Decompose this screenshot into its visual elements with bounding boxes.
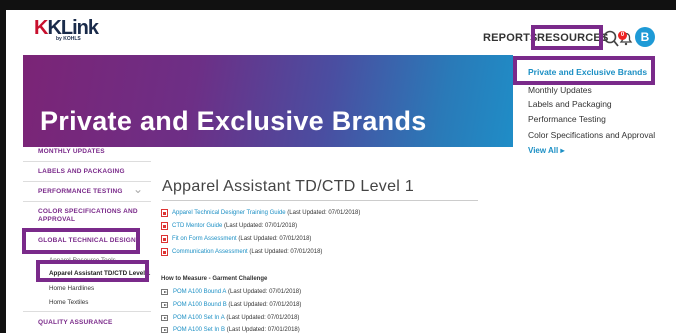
pdf-icon	[161, 235, 168, 243]
apparel-assistant-highlight-box	[36, 260, 149, 282]
sidebar-sub-home-hardlines[interactable]: Home Hardlines	[49, 285, 94, 292]
sidebar-sub-home-textiles[interactable]: Home Textiles	[49, 299, 88, 306]
document-meta: (Last Updated: 07/01/2018)	[224, 223, 298, 229]
document-link[interactable]: Communication Assessment	[172, 249, 248, 255]
document-meta: (Last Updated: 07/01/2018)	[249, 249, 323, 255]
document-row: Fit on Form Assessment (Last Updated: 07…	[161, 235, 311, 243]
dropdown-item-labels[interactable]: Labels and Packaging	[528, 99, 612, 109]
dropdown-item-color-specs[interactable]: Color Specifications and Approval	[528, 130, 655, 140]
browser-viewport: KKLink by KOHLS REPORTS RESOURCES 0 B Pr…	[6, 10, 676, 333]
nav-reports[interactable]: REPORTS	[483, 32, 538, 44]
video-link[interactable]: POM A100 Bound B	[173, 302, 227, 308]
video-icon	[161, 327, 168, 333]
klink-logo[interactable]: KKLink by KOHLS	[34, 17, 99, 42]
pdf-icon	[161, 209, 168, 217]
video-meta: (Last Updated: 07/01/2018)	[226, 327, 300, 333]
section-heading: How to Measure - Garment Challenge	[161, 276, 268, 282]
sidebar-divider	[23, 161, 151, 162]
video-row: POM A100 Set In A (Last Updated: 07/01/2…	[161, 315, 299, 321]
video-meta: (Last Updated: 07/01/2018)	[228, 289, 302, 295]
pdf-icon	[161, 222, 168, 230]
title-divider	[162, 200, 478, 201]
sidebar-item-labels[interactable]: LABELS AND PACKAGING	[38, 168, 125, 175]
video-row: POM A100 Bound B (Last Updated: 07/01/20…	[161, 302, 301, 308]
video-icon	[161, 315, 168, 321]
video-meta: (Last Updated: 07/01/2018)	[226, 315, 300, 321]
sidebar-item-quality-assurance[interactable]: QUALITY ASSURANCE	[38, 319, 113, 326]
document-row: Communication Assessment (Last Updated: …	[161, 248, 322, 256]
video-icon	[161, 302, 168, 308]
document-link[interactable]: CTD Mentor Guide	[172, 223, 222, 229]
document-link[interactable]: Fit on Form Assessment	[172, 236, 237, 242]
notification-badge: 0	[618, 31, 627, 40]
chevron-down-icon[interactable]: ⌄	[133, 182, 143, 196]
resources-highlight-box	[531, 25, 603, 50]
video-icon	[161, 289, 168, 295]
document-meta: (Last Updated: 07/01/2018)	[238, 236, 312, 242]
banner-title: Private and Exclusive Brands	[40, 106, 427, 136]
document-meta: (Last Updated: 07/01/2018)	[287, 210, 361, 216]
search-icon[interactable]	[603, 30, 619, 48]
video-row: POM A100 Set In B (Last Updated: 07/01/2…	[161, 327, 300, 333]
dropdown-view-all[interactable]: View All ▸	[528, 146, 564, 155]
video-link[interactable]: POM A100 Set In B	[173, 327, 225, 333]
video-link[interactable]: POM A100 Set In A	[173, 315, 225, 321]
document-link[interactable]: Apparel Technical Designer Training Guid…	[172, 210, 286, 216]
document-row: Apparel Technical Designer Training Guid…	[161, 209, 360, 217]
page-title: Apparel Assistant TD/CTD Level 1	[162, 178, 415, 195]
sidebar-divider	[23, 181, 151, 182]
dropdown-item-performance[interactable]: Performance Testing	[528, 114, 606, 124]
dropdown-item-monthly-updates[interactable]: Monthly Updates	[528, 85, 592, 95]
sidebar-divider	[23, 201, 151, 202]
user-avatar[interactable]: B	[635, 27, 655, 47]
document-row: CTD Mentor Guide (Last Updated: 07/01/20…	[161, 222, 297, 230]
gtd-highlight-box	[22, 228, 140, 254]
dropdown-item-private-brands[interactable]: Private and Exclusive Brands	[528, 67, 647, 77]
video-row: POM A100 Bound A (Last Updated: 07/01/20…	[161, 289, 301, 295]
sidebar-item-performance[interactable]: PERFORMANCE TESTING	[38, 188, 123, 195]
logo-subtitle: by KOHLS	[56, 36, 81, 42]
pdf-icon	[161, 248, 168, 256]
sidebar-divider	[23, 311, 151, 312]
sidebar-item-monthly-updates[interactable]: MONTHLY UPDATES	[38, 148, 105, 155]
video-link[interactable]: POM A100 Bound A	[173, 289, 226, 295]
logo-text: KKLink	[34, 17, 99, 39]
video-meta: (Last Updated: 07/01/2018)	[228, 302, 302, 308]
sidebar-item-color-specs[interactable]: COLOR SPECIFICATIONS AND APPROVAL	[38, 208, 143, 224]
